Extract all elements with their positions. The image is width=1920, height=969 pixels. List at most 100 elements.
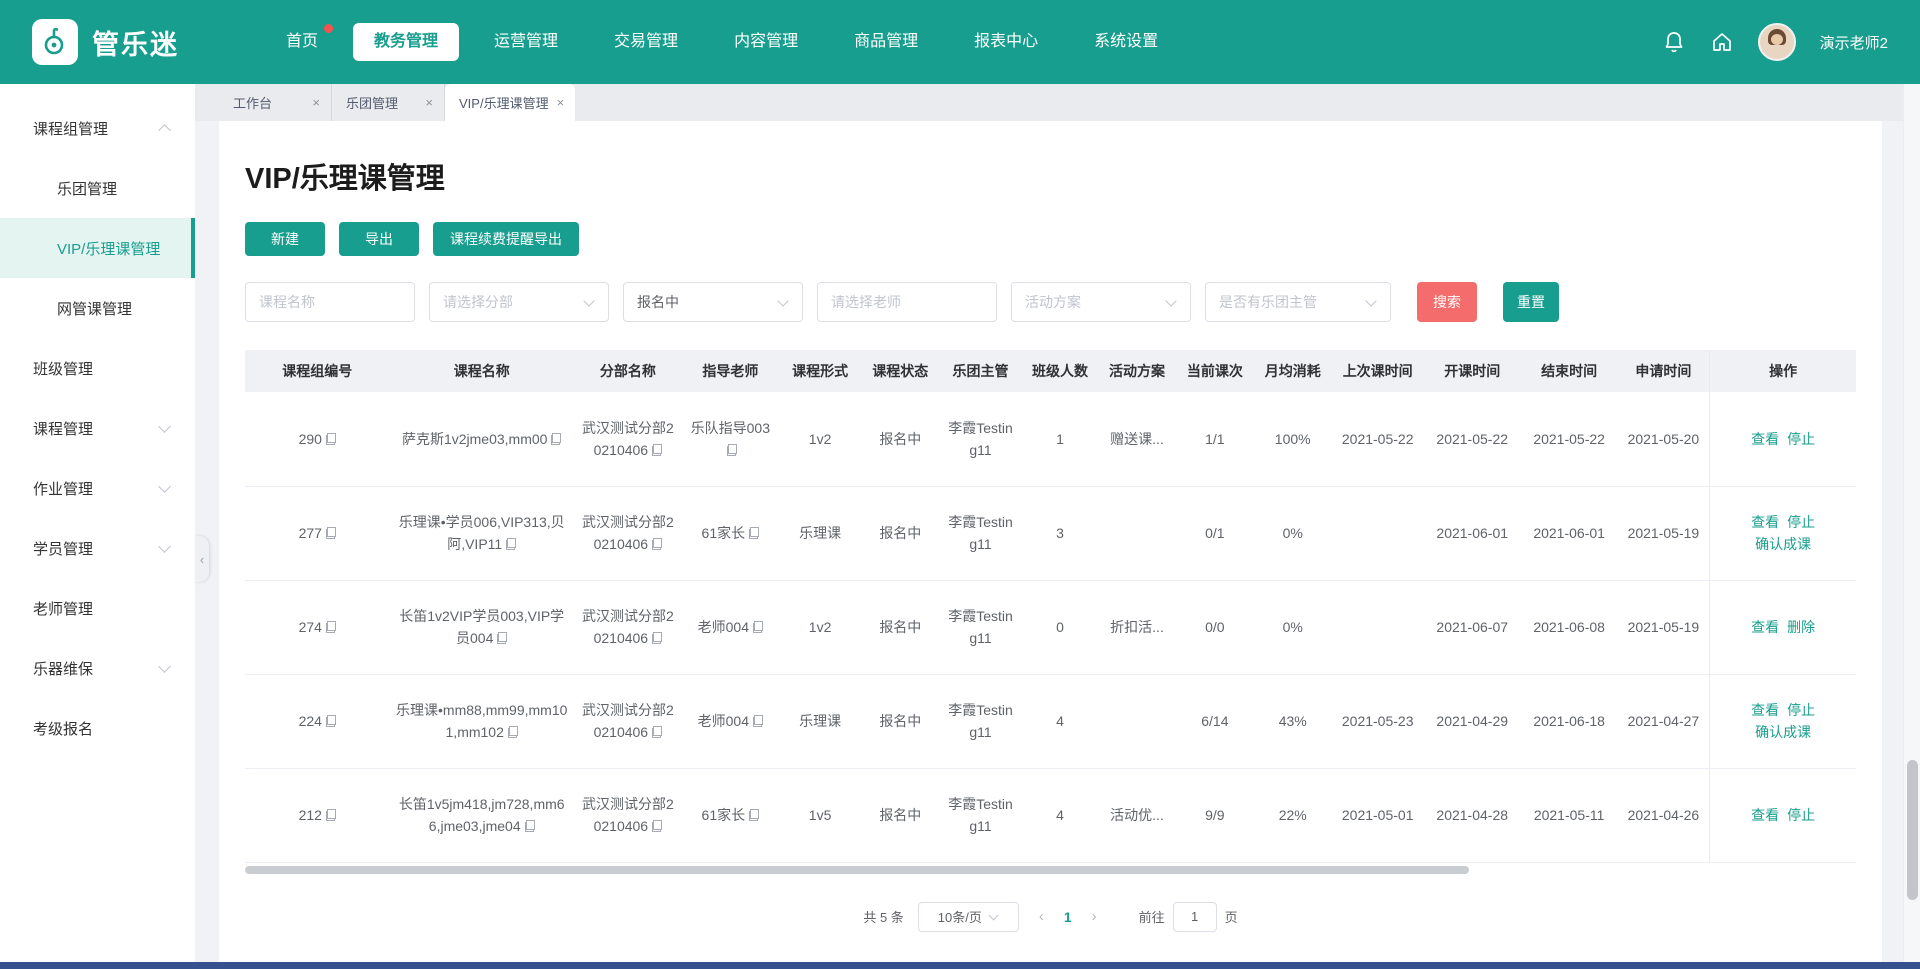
vertical-scrollbar xyxy=(1903,84,1920,969)
teacher-input[interactable] xyxy=(817,282,997,322)
copy-icon[interactable] xyxy=(506,538,516,550)
course-name-input[interactable] xyxy=(245,282,415,322)
content-card: VIP/乐理课管理 新建 导出 课程续费提醒导出 请选择分部 报名中 活动方案 … xyxy=(219,121,1882,962)
app-window: 管乐迷 首页 教务管理 运营管理 交易管理 内容管理 商品管理 报表中心 系统设… xyxy=(0,0,1920,969)
table-row: 224 乐理课•mm88,mm99,mm101,mm102 武汉测试分部2021… xyxy=(245,674,1856,768)
view-link[interactable]: 查看 xyxy=(1751,431,1779,447)
close-icon[interactable]: × xyxy=(425,96,433,109)
nav-item-reports[interactable]: 报表中心 xyxy=(953,23,1059,61)
view-link[interactable]: 查看 xyxy=(1751,514,1779,530)
tab-workbench[interactable]: 工作台× xyxy=(219,84,332,121)
nav-item-academic[interactable]: 教务管理 xyxy=(353,23,459,61)
stop-link[interactable]: 停止 xyxy=(1787,431,1815,447)
copy-icon[interactable] xyxy=(749,809,759,821)
tab-band-mgmt[interactable]: 乐团管理× xyxy=(332,84,445,121)
stop-link[interactable]: 停止 xyxy=(1787,702,1815,718)
top-bar: 管乐迷 首页 教务管理 运营管理 交易管理 内容管理 商品管理 报表中心 系统设… xyxy=(0,0,1920,84)
horizontal-scrollbar-thumb[interactable] xyxy=(245,866,1469,874)
close-icon[interactable]: × xyxy=(557,96,565,109)
next-page-button[interactable]: › xyxy=(1092,908,1097,925)
current-page[interactable]: 1 xyxy=(1064,909,1072,925)
goto-page-input[interactable] xyxy=(1173,902,1217,932)
copy-icon[interactable] xyxy=(326,527,336,539)
course-table: 课程组编号 课程名称 分部名称 指导老师 课程形式 课程状态 乐团主管 班级人数… xyxy=(245,350,1856,874)
sidebar-item-instrument-maintenance[interactable]: 乐器维保 xyxy=(0,638,195,698)
chevron-down-icon xyxy=(158,660,171,673)
copy-icon[interactable] xyxy=(727,444,737,456)
tab-bar: 工作台× 乐团管理× VIP/乐理课管理× xyxy=(195,84,1920,121)
horizontal-scrollbar xyxy=(245,866,1856,874)
user-avatar[interactable] xyxy=(1758,23,1796,61)
brand-logo-icon xyxy=(32,19,78,65)
tab-vip-theory-mgmt[interactable]: VIP/乐理课管理× xyxy=(445,84,575,121)
course-status-select[interactable]: 报名中 xyxy=(623,282,803,322)
copy-icon[interactable] xyxy=(551,433,561,445)
vertical-scrollbar-thumb[interactable] xyxy=(1907,760,1918,900)
sidebar-menu: 课程组管理 乐团管理 VIP/乐理课管理 网管课管理 班级管理 课程管理 作业管… xyxy=(0,84,195,758)
copy-icon[interactable] xyxy=(753,715,763,727)
copy-icon[interactable] xyxy=(652,820,662,832)
copy-icon[interactable] xyxy=(326,809,336,821)
table-row: 290 萨克斯1v2jme03,mm00 武汉测试分部20210406 乐队指导… xyxy=(245,392,1856,486)
sidebar-item-band-mgmt[interactable]: 乐团管理 xyxy=(0,158,195,218)
sidebar-collapse-handle[interactable]: ‹ xyxy=(195,536,209,582)
view-link[interactable]: 查看 xyxy=(1751,807,1779,823)
delete-link[interactable]: 删除 xyxy=(1787,619,1815,635)
nav-item-home[interactable]: 首页 xyxy=(265,23,339,61)
sidebar-item-course-mgmt[interactable]: 课程管理 xyxy=(0,398,195,458)
main-nav: 首页 教务管理 运营管理 交易管理 内容管理 商品管理 报表中心 系统设置 xyxy=(265,23,1179,61)
branch-select[interactable]: 请选择分部 xyxy=(429,282,609,322)
copy-icon[interactable] xyxy=(652,444,662,456)
sidebar-item-student-mgmt[interactable]: 学员管理 xyxy=(0,518,195,578)
sidebar-item-class-mgmt[interactable]: 班级管理 xyxy=(0,338,195,398)
reset-button[interactable]: 重置 xyxy=(1503,282,1559,322)
user-name: 演示老师2 xyxy=(1820,32,1888,53)
brand: 管乐迷 xyxy=(32,19,179,65)
nav-item-operations[interactable]: 运营管理 xyxy=(473,23,579,61)
copy-icon[interactable] xyxy=(753,621,763,633)
nav-item-products[interactable]: 商品管理 xyxy=(833,23,939,61)
view-link[interactable]: 查看 xyxy=(1751,619,1779,635)
renewal-export-button[interactable]: 课程续费提醒导出 xyxy=(433,222,579,256)
table-row: 212 长笛1v5jm418,jm728,mm66,jme03,jme04 武汉… xyxy=(245,768,1856,862)
page-size-select[interactable]: 10条/页 xyxy=(918,902,1019,932)
stop-link[interactable]: 停止 xyxy=(1787,514,1815,530)
copy-icon[interactable] xyxy=(652,726,662,738)
confirm-link[interactable]: 确认成课 xyxy=(1755,536,1811,552)
sidebar-item-vip-theory-mgmt[interactable]: VIP/乐理课管理 xyxy=(0,218,195,278)
copy-icon[interactable] xyxy=(497,632,507,644)
copy-icon[interactable] xyxy=(525,820,535,832)
copy-icon[interactable] xyxy=(326,715,336,727)
prev-page-button[interactable]: ‹ xyxy=(1039,908,1044,925)
view-link[interactable]: 查看 xyxy=(1751,702,1779,718)
sidebar-item-grade-exam-signup[interactable]: 考级报名 xyxy=(0,698,195,758)
stop-link[interactable]: 停止 xyxy=(1787,807,1815,823)
home-icon[interactable] xyxy=(1710,30,1734,54)
toolbar: 新建 导出 课程续费提醒导出 xyxy=(245,222,1856,256)
chevron-down-icon xyxy=(583,295,594,306)
sidebar-item-online-course-mgmt[interactable]: 网管课管理 xyxy=(0,278,195,338)
copy-icon[interactable] xyxy=(749,527,759,539)
export-button[interactable]: 导出 xyxy=(339,222,419,256)
copy-icon[interactable] xyxy=(652,632,662,644)
close-icon[interactable]: × xyxy=(312,96,320,109)
copy-icon[interactable] xyxy=(508,726,518,738)
copy-icon[interactable] xyxy=(326,433,336,445)
confirm-link[interactable]: 确认成课 xyxy=(1755,724,1811,740)
sidebar-item-teacher-mgmt[interactable]: 老师管理 xyxy=(0,578,195,638)
bell-icon[interactable] xyxy=(1662,30,1686,54)
copy-icon[interactable] xyxy=(652,538,662,550)
search-button[interactable]: 搜索 xyxy=(1417,282,1477,322)
copy-icon[interactable] xyxy=(326,621,336,633)
sidebar-item-homework-mgmt[interactable]: 作业管理 xyxy=(0,458,195,518)
chevron-down-icon xyxy=(777,295,788,306)
band-manager-select[interactable]: 是否有乐团主管 xyxy=(1205,282,1391,322)
sidebar-item-course-group-mgmt[interactable]: 课程组管理 xyxy=(0,98,195,158)
nav-item-transactions[interactable]: 交易管理 xyxy=(593,23,699,61)
activity-plan-select[interactable]: 活动方案 xyxy=(1011,282,1191,322)
chevron-down-icon xyxy=(158,420,171,433)
nav-item-settings[interactable]: 系统设置 xyxy=(1073,23,1179,61)
new-button[interactable]: 新建 xyxy=(245,222,325,256)
goto-page: 前往 页 xyxy=(1139,902,1238,932)
nav-item-content[interactable]: 内容管理 xyxy=(713,23,819,61)
